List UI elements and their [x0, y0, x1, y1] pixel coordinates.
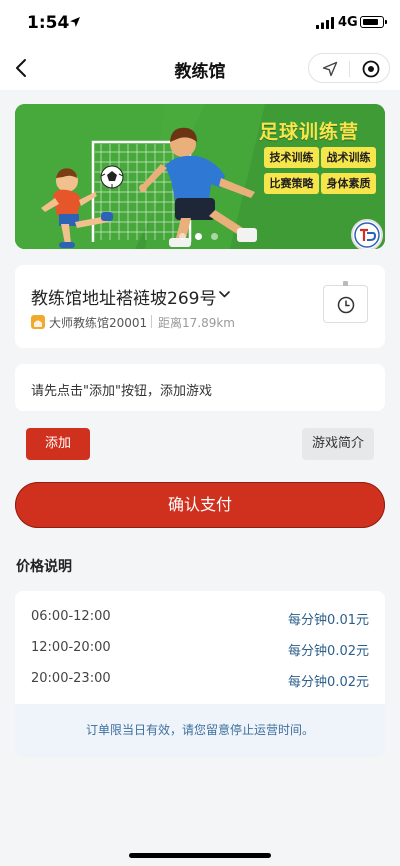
price-notice: 订单限当日有效，请您留意停止运营时间。: [15, 704, 385, 757]
venue-distance: 距离17.89km: [158, 316, 235, 330]
home-indicator[interactable]: [129, 853, 271, 858]
add-button[interactable]: 添加: [26, 428, 90, 460]
banner-tag: 比赛策略: [264, 173, 319, 194]
brand-logo-icon: [354, 222, 380, 248]
battery-level: [362, 18, 378, 25]
price-row: 20:00-23:00 每分钟0.02元: [15, 671, 385, 691]
venue-card: 教练馆地址褡裢坡269号 大师教练馆20001 距离17.89km: [15, 265, 385, 348]
record-icon[interactable]: [362, 60, 380, 78]
navigation-icon[interactable]: [322, 61, 338, 77]
location-arrow-icon: [70, 17, 80, 27]
status-bar: 1:54 4G: [0, 0, 400, 46]
price-heading: 价格说明: [16, 559, 72, 575]
carousel-dot[interactable]: [195, 233, 202, 240]
carousel-dot[interactable]: [211, 233, 218, 240]
price-rate: 每分钟0.01元: [288, 613, 369, 628]
status-time: 1:54: [27, 13, 70, 33]
venue-name: 大师教练馆20001: [49, 316, 148, 330]
price-card: 06:00-12:00 每分钟0.01元 12:00-20:00 每分钟0.02…: [15, 591, 385, 757]
mini-program-capsule: [308, 53, 390, 83]
carousel-dot[interactable]: [179, 233, 186, 240]
carousel-indicator[interactable]: [179, 233, 239, 241]
banner-tag: 身体素质: [321, 173, 376, 194]
game-intro-button[interactable]: 游戏简介: [302, 428, 374, 460]
venue-address[interactable]: 教练馆地址褡裢坡269号: [31, 284, 216, 309]
banner-logo: [351, 219, 383, 249]
chevron-down-icon[interactable]: [218, 288, 231, 301]
capsule-divider: [349, 61, 350, 77]
nav-bar: 教练馆: [0, 46, 400, 90]
price-time: 12:00-20:00: [31, 640, 111, 655]
price-time: 06:00-12:00: [31, 609, 111, 624]
network-type: 4G: [338, 15, 358, 30]
confirm-payment-button[interactable]: 确认支付: [15, 482, 385, 528]
clock-tab: [343, 281, 348, 286]
clock-icon: [337, 296, 355, 314]
divider: [151, 315, 152, 328]
banner-tag: 战术训练: [321, 147, 376, 168]
price-rate: 每分钟0.02元: [288, 675, 369, 690]
hint-text: 请先点击"添加"按钮，添加游戏: [31, 384, 212, 399]
banner-tag: 技术训练: [264, 147, 319, 168]
price-rate: 每分钟0.02元: [288, 644, 369, 659]
signal-icon: [316, 17, 334, 29]
banner-title: 足球训练营: [259, 121, 360, 143]
price-time: 20:00-23:00: [31, 671, 111, 686]
price-row: 06:00-12:00 每分钟0.01元: [15, 609, 385, 629]
venue-icon: [31, 315, 45, 329]
battery-icon: [360, 16, 387, 28]
time-button[interactable]: [323, 281, 368, 323]
price-row: 12:00-20:00 每分钟0.02元: [15, 640, 385, 660]
promo-banner[interactable]: 足球训练营 技术训练 战术训练 比赛策略 身体素质: [15, 104, 385, 249]
hint-card: 请先点击"添加"按钮，添加游戏: [15, 364, 385, 411]
